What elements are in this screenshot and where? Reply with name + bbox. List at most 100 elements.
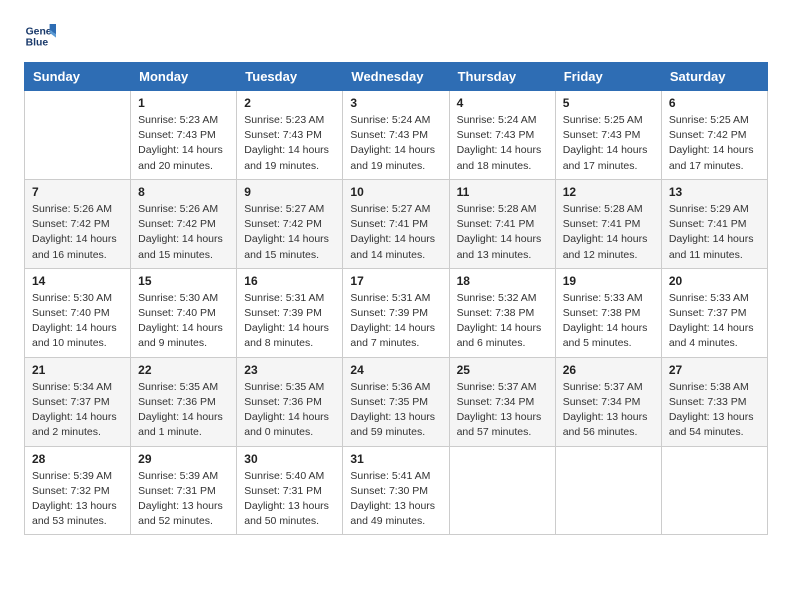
day-number: 15 bbox=[138, 274, 229, 288]
day-info: Sunrise: 5:31 AMSunset: 7:39 PMDaylight:… bbox=[244, 291, 335, 352]
day-cell: 13 Sunrise: 5:29 AMSunset: 7:41 PMDayligh… bbox=[661, 179, 767, 268]
header-day-sunday: Sunday bbox=[25, 63, 131, 91]
day-info: Sunrise: 5:39 AMSunset: 7:31 PMDaylight:… bbox=[138, 469, 229, 530]
header-day-thursday: Thursday bbox=[449, 63, 555, 91]
day-cell: 4Sunrise: 5:24 AMSunset: 7:43 PMDaylight… bbox=[449, 91, 555, 180]
day-cell: 1Sunrise: 5:23 AMSunset: 7:43 PMDaylight… bbox=[131, 91, 237, 180]
day-number: 21 bbox=[32, 363, 123, 377]
header-day-saturday: Saturday bbox=[661, 63, 767, 91]
week-row-1: 1 Sunrise: 5:23 AMSunset: 7:43 PMDaylight… bbox=[25, 91, 768, 180]
day-cell: 11 Sunrise: 5:28 AMSunset: 7:41 PMDayligh… bbox=[449, 179, 555, 268]
day-number: 6 bbox=[669, 96, 760, 110]
day-number: 17 bbox=[350, 274, 441, 288]
day-number: 7 bbox=[32, 185, 123, 199]
day-info: Sunrise: 5:27 AMSunset: 7:42 PMDaylight:… bbox=[244, 202, 335, 263]
day-cell bbox=[661, 446, 767, 535]
day-info: Sunrise: 5:38 AMSunset: 7:33 PMDaylight:… bbox=[669, 380, 760, 441]
day-number: 22 bbox=[138, 363, 229, 377]
day-number: 14 bbox=[32, 274, 123, 288]
day-number: 3 bbox=[350, 96, 441, 110]
day-info: Sunrise: 5:32 AMSunset: 7:38 PMDaylight:… bbox=[457, 291, 548, 352]
day-info: Sunrise: 5:25 AMSunset: 7:42 PMDaylight:… bbox=[669, 113, 760, 174]
day-cell: 24 Sunrise: 5:36 AMSunset: 7:35 PMDayligh… bbox=[343, 357, 449, 446]
week-row-5: 28Sunrise: 5:39 AMSunset: 7:32 PMDayligh… bbox=[25, 446, 768, 535]
day-number: 18 bbox=[457, 274, 548, 288]
day-number: 2 bbox=[244, 96, 335, 110]
day-info: Sunrise: 5:41 AMSunset: 7:30 PMDaylight:… bbox=[350, 469, 441, 530]
day-cell: 8Sunrise: 5:26 AMSunset: 7:42 PMDaylight… bbox=[131, 179, 237, 268]
day-cell: 9Sunrise: 5:27 AMSunset: 7:42 PMDaylight… bbox=[237, 179, 343, 268]
day-cell: 25Sunrise: 5:37 AMSunset: 7:34 PMDayligh… bbox=[449, 357, 555, 446]
logo-icon: General Blue bbox=[24, 20, 56, 52]
day-cell: 12 Sunrise: 5:28 AMSunset: 7:41 PMDayligh… bbox=[555, 179, 661, 268]
day-number: 30 bbox=[244, 452, 335, 466]
day-cell: 26 Sunrise: 5:37 AMSunset: 7:34 PMDayligh… bbox=[555, 357, 661, 446]
day-cell: 17 Sunrise: 5:31 AMSunset: 7:39 PMDayligh… bbox=[343, 268, 449, 357]
day-cell: 10Sunrise: 5:27 AMSunset: 7:41 PMDayligh… bbox=[343, 179, 449, 268]
day-cell: 2 Sunrise: 5:23 AMSunset: 7:43 PMDaylight… bbox=[237, 91, 343, 180]
day-info: Sunrise: 5:29 AMSunset: 7:41 PMDaylight:… bbox=[669, 202, 760, 263]
day-info: Sunrise: 5:34 AMSunset: 7:37 PMDaylight:… bbox=[32, 380, 123, 441]
day-info: Sunrise: 5:35 AMSunset: 7:36 PMDaylight:… bbox=[138, 380, 229, 441]
header-day-monday: Monday bbox=[131, 63, 237, 91]
day-cell: 5 Sunrise: 5:25 AMSunset: 7:43 PMDaylight… bbox=[555, 91, 661, 180]
week-row-2: 7 Sunrise: 5:26 AMSunset: 7:42 PMDaylight… bbox=[25, 179, 768, 268]
day-cell: 30 Sunrise: 5:40 AMSunset: 7:31 PMDayligh… bbox=[237, 446, 343, 535]
header-day-friday: Friday bbox=[555, 63, 661, 91]
day-cell: 6 Sunrise: 5:25 AMSunset: 7:42 PMDaylight… bbox=[661, 91, 767, 180]
calendar-table: SundayMondayTuesdayWednesdayThursdayFrid… bbox=[24, 62, 768, 535]
day-info: Sunrise: 5:26 AMSunset: 7:42 PMDaylight:… bbox=[138, 202, 229, 263]
header-row: SundayMondayTuesdayWednesdayThursdayFrid… bbox=[25, 63, 768, 91]
day-cell: 16 Sunrise: 5:31 AMSunset: 7:39 PMDayligh… bbox=[237, 268, 343, 357]
day-info: Sunrise: 5:28 AMSunset: 7:41 PMDaylight:… bbox=[563, 202, 654, 263]
day-number: 1 bbox=[138, 96, 229, 110]
day-number: 20 bbox=[669, 274, 760, 288]
day-number: 27 bbox=[669, 363, 760, 377]
day-number: 31 bbox=[350, 452, 441, 466]
svg-text:Blue: Blue bbox=[26, 38, 49, 49]
day-info: Sunrise: 5:33 AMSunset: 7:38 PMDaylight:… bbox=[563, 291, 654, 352]
day-info: Sunrise: 5:24 AMSunset: 7:43 PMDaylight:… bbox=[350, 113, 441, 174]
day-cell: 23Sunrise: 5:35 AMSunset: 7:36 PMDayligh… bbox=[237, 357, 343, 446]
day-cell: 15 Sunrise: 5:30 AMSunset: 7:40 PMDayligh… bbox=[131, 268, 237, 357]
day-info: Sunrise: 5:36 AMSunset: 7:35 PMDaylight:… bbox=[350, 380, 441, 441]
day-cell bbox=[449, 446, 555, 535]
day-number: 28 bbox=[32, 452, 123, 466]
day-cell: 14 Sunrise: 5:30 AMSunset: 7:40 PMDayligh… bbox=[25, 268, 131, 357]
day-number: 19 bbox=[563, 274, 654, 288]
day-info: Sunrise: 5:28 AMSunset: 7:41 PMDaylight:… bbox=[457, 202, 548, 263]
day-cell bbox=[555, 446, 661, 535]
day-cell: 18 Sunrise: 5:32 AMSunset: 7:38 PMDayligh… bbox=[449, 268, 555, 357]
day-number: 5 bbox=[563, 96, 654, 110]
day-cell bbox=[25, 91, 131, 180]
day-cell: 21 Sunrise: 5:34 AMSunset: 7:37 PMDayligh… bbox=[25, 357, 131, 446]
day-number: 23 bbox=[244, 363, 335, 377]
day-info: Sunrise: 5:31 AMSunset: 7:39 PMDaylight:… bbox=[350, 291, 441, 352]
day-cell: 7Sunrise: 5:26 AMSunset: 7:42 PMDaylight… bbox=[25, 179, 131, 268]
day-number: 13 bbox=[669, 185, 760, 199]
day-info: Sunrise: 5:40 AMSunset: 7:31 PMDaylight:… bbox=[244, 469, 335, 530]
day-number: 11 bbox=[457, 185, 548, 199]
day-number: 26 bbox=[563, 363, 654, 377]
logo: General Blue bbox=[24, 20, 60, 52]
day-number: 12 bbox=[563, 185, 654, 199]
header-day-wednesday: Wednesday bbox=[343, 63, 449, 91]
day-info: Sunrise: 5:37 AMSunset: 7:34 PMDaylight:… bbox=[563, 380, 654, 441]
day-cell: 3 Sunrise: 5:24 AMSunset: 7:43 PMDaylight… bbox=[343, 91, 449, 180]
day-info: Sunrise: 5:24 AMSunset: 7:43 PMDaylight:… bbox=[457, 113, 548, 174]
day-number: 10 bbox=[350, 185, 441, 199]
day-number: 29 bbox=[138, 452, 229, 466]
day-cell: 31 Sunrise: 5:41 AMSunset: 7:30 PMDayligh… bbox=[343, 446, 449, 535]
week-row-4: 21 Sunrise: 5:34 AMSunset: 7:37 PMDayligh… bbox=[25, 357, 768, 446]
day-cell: 29 Sunrise: 5:39 AMSunset: 7:31 PMDayligh… bbox=[131, 446, 237, 535]
day-info: Sunrise: 5:30 AMSunset: 7:40 PMDaylight:… bbox=[32, 291, 123, 352]
day-info: Sunrise: 5:33 AMSunset: 7:37 PMDaylight:… bbox=[669, 291, 760, 352]
day-info: Sunrise: 5:23 AMSunset: 7:43 PMDaylight:… bbox=[244, 113, 335, 174]
day-cell: 19 Sunrise: 5:33 AMSunset: 7:38 PMDayligh… bbox=[555, 268, 661, 357]
day-info: Sunrise: 5:30 AMSunset: 7:40 PMDaylight:… bbox=[138, 291, 229, 352]
day-info: Sunrise: 5:25 AMSunset: 7:43 PMDaylight:… bbox=[563, 113, 654, 174]
week-row-3: 14 Sunrise: 5:30 AMSunset: 7:40 PMDayligh… bbox=[25, 268, 768, 357]
day-number: 24 bbox=[350, 363, 441, 377]
day-cell: 27 Sunrise: 5:38 AMSunset: 7:33 PMDayligh… bbox=[661, 357, 767, 446]
day-number: 16 bbox=[244, 274, 335, 288]
